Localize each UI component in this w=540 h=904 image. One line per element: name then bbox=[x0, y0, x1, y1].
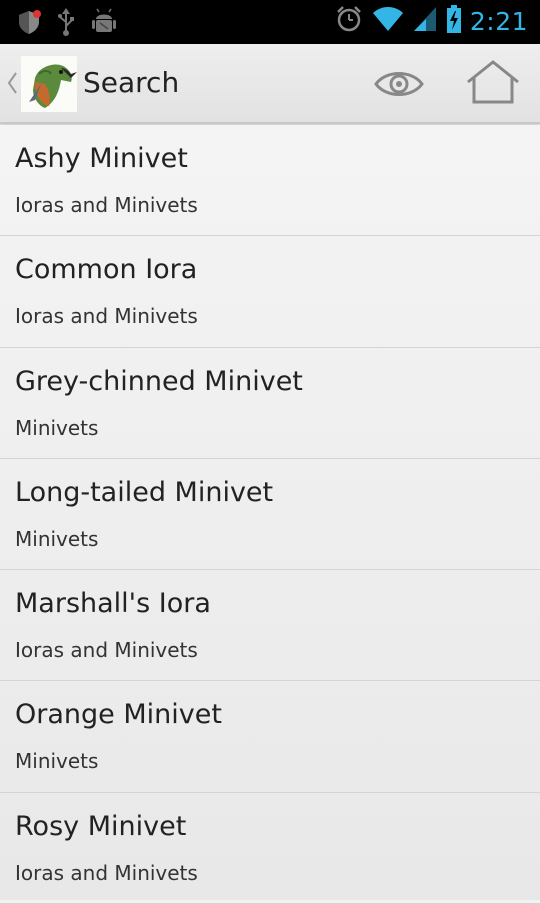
bird-name: Ashy Minivet bbox=[15, 143, 188, 174]
list-item[interactable]: Long-tailed Minivet Minivets bbox=[0, 459, 540, 571]
list-item[interactable]: Grey-chinned Minivet Minivets bbox=[0, 348, 540, 459]
app-logo-bird-icon[interactable] bbox=[21, 56, 77, 112]
signal-icon bbox=[412, 5, 438, 37]
page-title: Search bbox=[83, 66, 180, 99]
eye-icon[interactable] bbox=[372, 62, 426, 106]
action-bar: Search bbox=[0, 44, 540, 124]
bird-group: Ioras and Minivets bbox=[15, 193, 198, 217]
usb-icon bbox=[56, 8, 76, 40]
list-item[interactable]: Marshall's Iora Ioras and Minivets bbox=[0, 570, 540, 682]
results-list[interactable]: Ashy Minivet Ioras and Minivets Common I… bbox=[0, 125, 540, 904]
bird-name: Common Iora bbox=[15, 254, 198, 286]
battery-charging-icon bbox=[446, 4, 462, 38]
up-caret-icon[interactable] bbox=[6, 70, 18, 100]
bird-name: Marshall's Iora bbox=[15, 588, 211, 620]
bird-group: Ioras and Minivets bbox=[15, 638, 198, 663]
bird-group: Minivets bbox=[15, 749, 99, 774]
wifi-icon bbox=[372, 5, 404, 37]
status-bar: 2:21 bbox=[0, 0, 540, 44]
android-debug-icon bbox=[90, 8, 118, 40]
bird-group: Ioras and Minivets bbox=[15, 304, 198, 329]
shield-notification-icon bbox=[16, 9, 42, 39]
list-item[interactable]: Orange Minivet Minivets bbox=[0, 681, 540, 793]
bird-group: Minivets bbox=[15, 526, 99, 551]
list-item[interactable]: Common Iora Ioras and Minivets bbox=[0, 236, 540, 348]
bird-name: Grey-chinned Minivet bbox=[15, 365, 303, 397]
bird-name: Long-tailed Minivet bbox=[15, 476, 274, 508]
bird-name: Rosy Minivet bbox=[15, 810, 187, 842]
list-item[interactable]: Rosy Minivet Ioras and Minivets bbox=[0, 793, 540, 904]
bird-group: Minivets bbox=[15, 415, 99, 440]
home-icon[interactable] bbox=[464, 58, 522, 108]
alarm-icon bbox=[334, 4, 364, 38]
bird-name: Orange Minivet bbox=[15, 699, 222, 731]
bird-group: Ioras and Minivets bbox=[15, 860, 198, 885]
list-item[interactable]: Ashy Minivet Ioras and Minivets bbox=[0, 125, 540, 237]
status-time: 2:21 bbox=[469, 6, 528, 36]
